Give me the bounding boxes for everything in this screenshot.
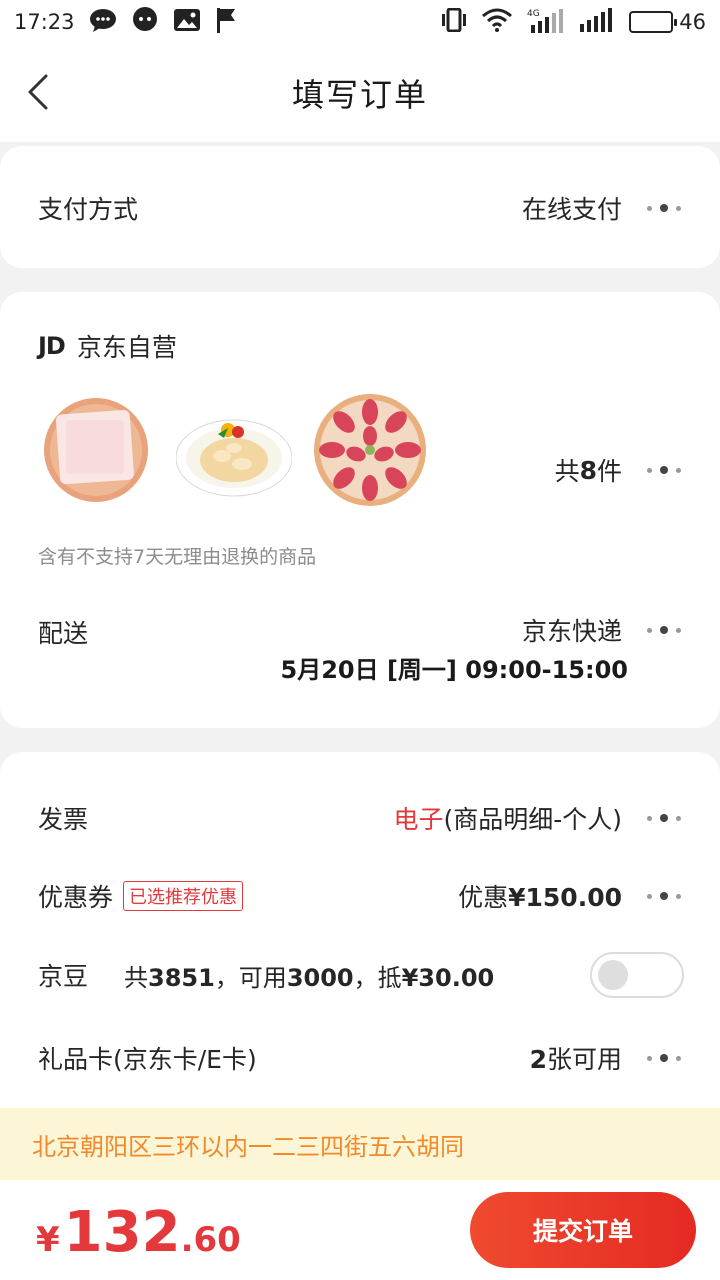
payment-card[interactable]: 支付方式 在线支付 <box>0 146 720 268</box>
back-button[interactable] <box>22 72 62 112</box>
payment-method[interactable]: 在线支付 <box>522 190 622 226</box>
status-bar: 17:23 4G 46 <box>0 0 720 44</box>
nav-bar: 填写订单 <box>0 44 720 142</box>
message-icon <box>131 6 159 38</box>
vibrate-icon <box>441 7 467 37</box>
svg-text:4G: 4G <box>527 9 540 19</box>
beans-deduct: ¥30.00 <box>401 963 495 992</box>
currency-symbol: ¥ <box>36 1220 60 1260</box>
more-icon[interactable] <box>644 460 684 480</box>
total-price: ¥ 132 .60 <box>36 1200 241 1265</box>
item-count-suffix: 件 <box>596 457 622 486</box>
sausage-platter-icon[interactable] <box>312 392 428 508</box>
price-decimal: .60 <box>180 1220 241 1260</box>
invoice-value[interactable]: 电子(商品明细-个人) <box>393 800 622 836</box>
more-icon[interactable] <box>644 1048 684 1068</box>
address-bar[interactable]: 北京朝阳区三环以内一二三四街五六胡同 <box>0 1108 720 1180</box>
coupon-label: 优惠券 <box>38 883 114 912</box>
coupon-value-prefix: 优惠 <box>458 883 509 912</box>
battery-icon <box>629 11 678 33</box>
shop-header: JD 京东自营 <box>38 328 177 364</box>
discount-card: 发票 电子(商品明细-个人) 优惠券 已选推荐优惠 优惠¥150.00 京豆 共… <box>0 752 720 1152</box>
coupon-amount: ¥150.00 <box>508 883 622 912</box>
bottom-bar: ¥ 132 .60 提交订单 <box>0 1180 720 1280</box>
chat-icon <box>89 8 117 37</box>
coupon-row[interactable]: 优惠券 已选推荐优惠 优惠¥150.00 <box>38 878 684 914</box>
gift-card-label: 礼品卡(京东卡/E卡) <box>38 1045 257 1074</box>
beans-label: 京豆 <box>38 962 89 991</box>
more-icon[interactable] <box>644 808 684 828</box>
chevron-left-icon <box>28 74 48 110</box>
rice-cake-icon[interactable] <box>40 392 156 508</box>
beans-total: 3851 <box>148 963 215 992</box>
payment-label: 支付方式 <box>38 195 139 224</box>
image-icon <box>173 8 201 37</box>
invoice-label: 发票 <box>38 805 89 834</box>
page-title: 填写订单 <box>291 76 428 114</box>
wifi-icon <box>481 8 513 37</box>
flag-icon <box>215 7 237 38</box>
more-icon[interactable] <box>644 620 684 640</box>
jd-logo-icon: JD <box>38 332 66 360</box>
item-count-value: 8 <box>579 455 597 485</box>
more-icon[interactable] <box>644 886 684 906</box>
submit-order-button[interactable]: 提交订单 <box>470 1192 696 1268</box>
invoice-row[interactable]: 发票 电子(商品明细-个人) <box>38 800 684 836</box>
return-policy-notice: 含有不支持7天无理由退换的商品 <box>38 546 317 568</box>
battery-level: 46 <box>679 10 706 34</box>
gift-card-suffix: 张可用 <box>546 1045 622 1074</box>
invoice-type: 电子 <box>393 805 444 834</box>
gift-card-count: 2 <box>529 1045 547 1074</box>
beans-text-1: 共 <box>124 963 149 992</box>
coupon-tag: 已选推荐优惠 <box>123 881 244 911</box>
toggle-knob <box>598 960 628 990</box>
invoice-detail: (商品明细-个人) <box>443 805 622 834</box>
beans-text-2: ，可用 <box>214 963 287 992</box>
gift-card-value[interactable]: 2张可用 <box>530 1040 622 1076</box>
item-count[interactable]: 共 8 件 <box>555 452 684 488</box>
beans-toggle[interactable] <box>590 952 684 998</box>
shop-card: JD 京东自营 共 8 件 含有不支持7天无理由退换的商品 配送 京东快递 5月… <box>0 292 720 728</box>
beans-text-3: ，抵 <box>353 963 402 992</box>
more-icon[interactable] <box>644 198 684 218</box>
signal-4g-icon: 4G <box>527 7 565 38</box>
beans-row: 京豆 共3851，可用3000，抵¥30.00 <box>38 952 684 998</box>
coupon-value[interactable]: 优惠¥150.00 <box>458 878 622 914</box>
beans-usable: 3000 <box>286 963 354 992</box>
price-integer: 132 <box>63 1200 181 1265</box>
delivery-label: 配送 <box>38 619 89 648</box>
status-time: 17:23 <box>14 10 75 34</box>
delivery-time[interactable]: 5月20日 [周一] 09:00-15:00 <box>281 650 629 685</box>
squid-salad-icon[interactable] <box>175 392 293 508</box>
delivery-method-value: 京东快递 <box>521 617 622 646</box>
beans-info: 共3851，可用3000，抵¥30.00 <box>124 958 494 993</box>
product-thumbnails[interactable] <box>40 392 428 508</box>
shop-name: 京东自营 <box>76 333 177 362</box>
delivery-method[interactable]: 京东快递 <box>522 612 684 648</box>
signal-icon <box>579 7 615 37</box>
item-count-prefix: 共 <box>554 457 580 486</box>
gift-card-row[interactable]: 礼品卡(京东卡/E卡) 2张可用 <box>38 1040 684 1076</box>
